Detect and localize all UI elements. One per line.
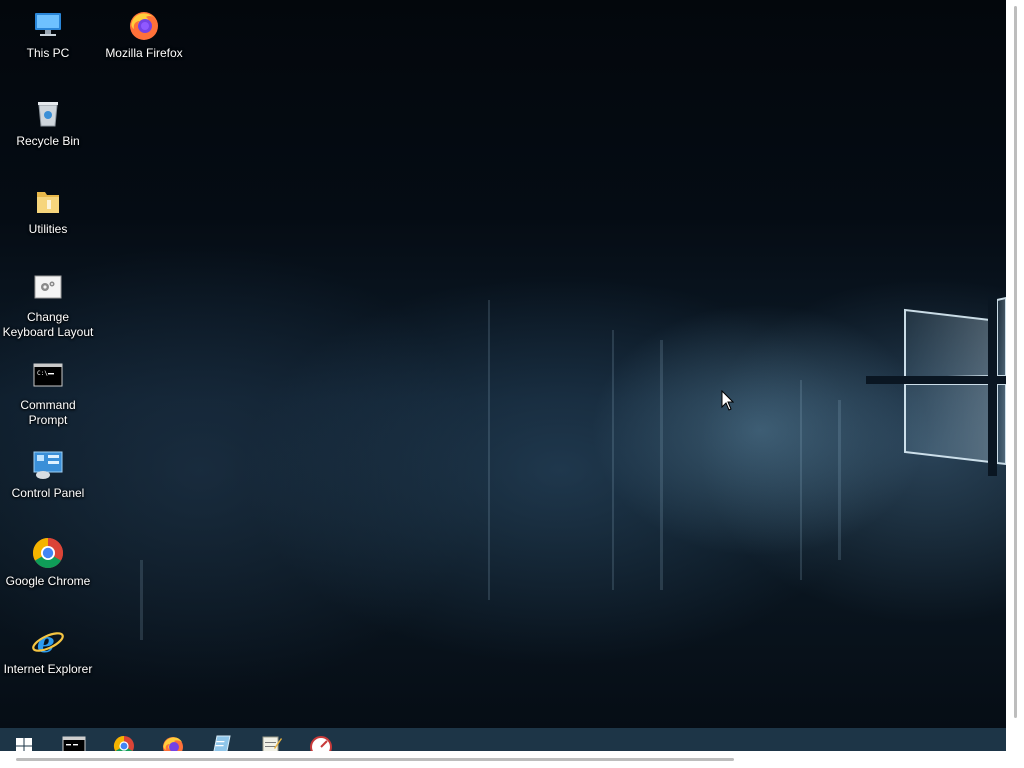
chrome-icon xyxy=(32,538,64,569)
firefox-icon xyxy=(163,737,183,751)
desktop-icon-label: Mozilla Firefox xyxy=(105,46,183,60)
windows-start-icon xyxy=(16,738,32,751)
desktop-icon-utilities[interactable]: Utilities xyxy=(0,184,96,237)
desktop-icon-control-panel[interactable]: Control Panel xyxy=(0,448,96,501)
recycle-bin-icon xyxy=(38,102,58,127)
taskbar-document[interactable] xyxy=(207,734,237,751)
this-pc-icon xyxy=(35,13,61,36)
keyboard-settings-icon xyxy=(34,275,62,299)
taskbar-notepad[interactable] xyxy=(256,734,286,751)
desktop-icon-label: Change Keyboard Layout xyxy=(2,310,94,339)
speedometer-icon xyxy=(310,736,332,751)
desktop-icon-label: Control Panel xyxy=(11,486,85,500)
notepad-icon xyxy=(262,736,282,751)
command-prompt-icon: C:\ xyxy=(33,363,63,387)
control-panel-icon xyxy=(33,451,63,479)
mouse-cursor-icon xyxy=(721,390,734,411)
chrome-icon xyxy=(113,735,134,751)
taskbar-google-chrome[interactable] xyxy=(109,734,139,751)
desktop-icon-change-keyboard-layout[interactable]: Change Keyboard Layout xyxy=(0,272,96,340)
desktop-icon-label: This PC xyxy=(26,46,70,60)
wallpaper-windows-logo xyxy=(140,296,1006,640)
desktop-icon-this-pc[interactable]: This PC xyxy=(0,8,96,61)
svg-text:C:\: C:\ xyxy=(37,370,48,377)
taskbar-firefox[interactable] xyxy=(158,734,188,751)
desktop-icon-internet-explorer[interactable]: e Internet Explorer xyxy=(0,624,96,677)
vertical-scrollbar-thumb[interactable] xyxy=(1014,6,1017,718)
desktop-icon-label: Command Prompt xyxy=(20,398,76,427)
horizontal-scrollbar-thumb[interactable] xyxy=(16,758,734,761)
desktop-icon-google-chrome[interactable]: Google Chrome xyxy=(0,536,96,589)
desktop-icon-label: Google Chrome xyxy=(5,574,91,588)
taskbar-speedometer[interactable] xyxy=(306,734,336,751)
firefox-icon xyxy=(130,12,158,40)
internet-explorer-icon: e xyxy=(32,626,64,658)
desktop-icon-label: Recycle Bin xyxy=(16,134,80,148)
desktop-icon-label: Internet Explorer xyxy=(3,662,93,676)
desktop-icon-recycle-bin[interactable]: Recycle Bin xyxy=(0,96,96,149)
desktop-icon-label: Utilities xyxy=(28,222,68,236)
taskbar-command-prompt[interactable] xyxy=(59,734,89,751)
command-prompt-icon xyxy=(62,736,86,751)
start-button[interactable] xyxy=(9,734,39,751)
folder-icon xyxy=(37,192,59,213)
taskbar xyxy=(0,728,1006,751)
document-icon xyxy=(213,735,231,751)
desktop-icon-command-prompt[interactable]: C:\ Command Prompt xyxy=(0,360,96,428)
svg-text:e: e xyxy=(37,626,55,658)
desktop-icon-mozilla-firefox[interactable]: Mozilla Firefox xyxy=(96,8,192,61)
desktop: This PC Recycle Bin Utilities Change Key… xyxy=(0,0,1006,728)
